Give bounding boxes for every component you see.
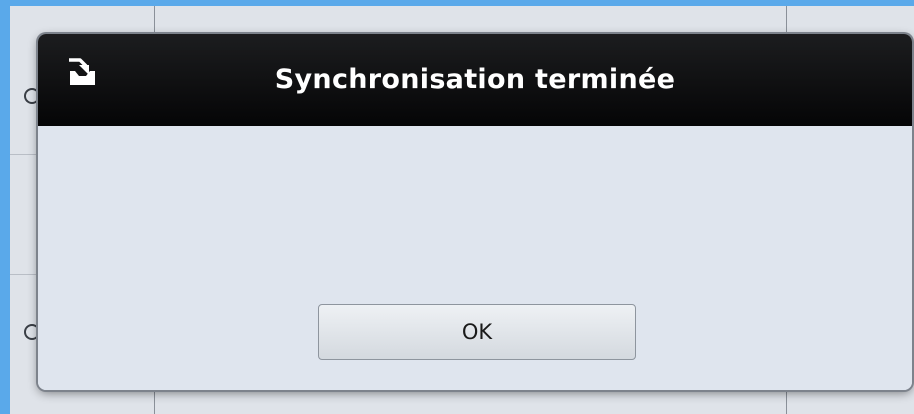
dialog-title: Synchronisation terminée — [274, 64, 676, 95]
dialog-titlebar: Synchronisation terminée — [38, 34, 912, 126]
dialog-content: OK — [38, 126, 912, 390]
ok-button[interactable]: OK — [318, 304, 636, 360]
app-frame: Synchronisation terminée OK — [0, 0, 914, 414]
sync-complete-dialog: Synchronisation terminée OK — [38, 34, 912, 390]
